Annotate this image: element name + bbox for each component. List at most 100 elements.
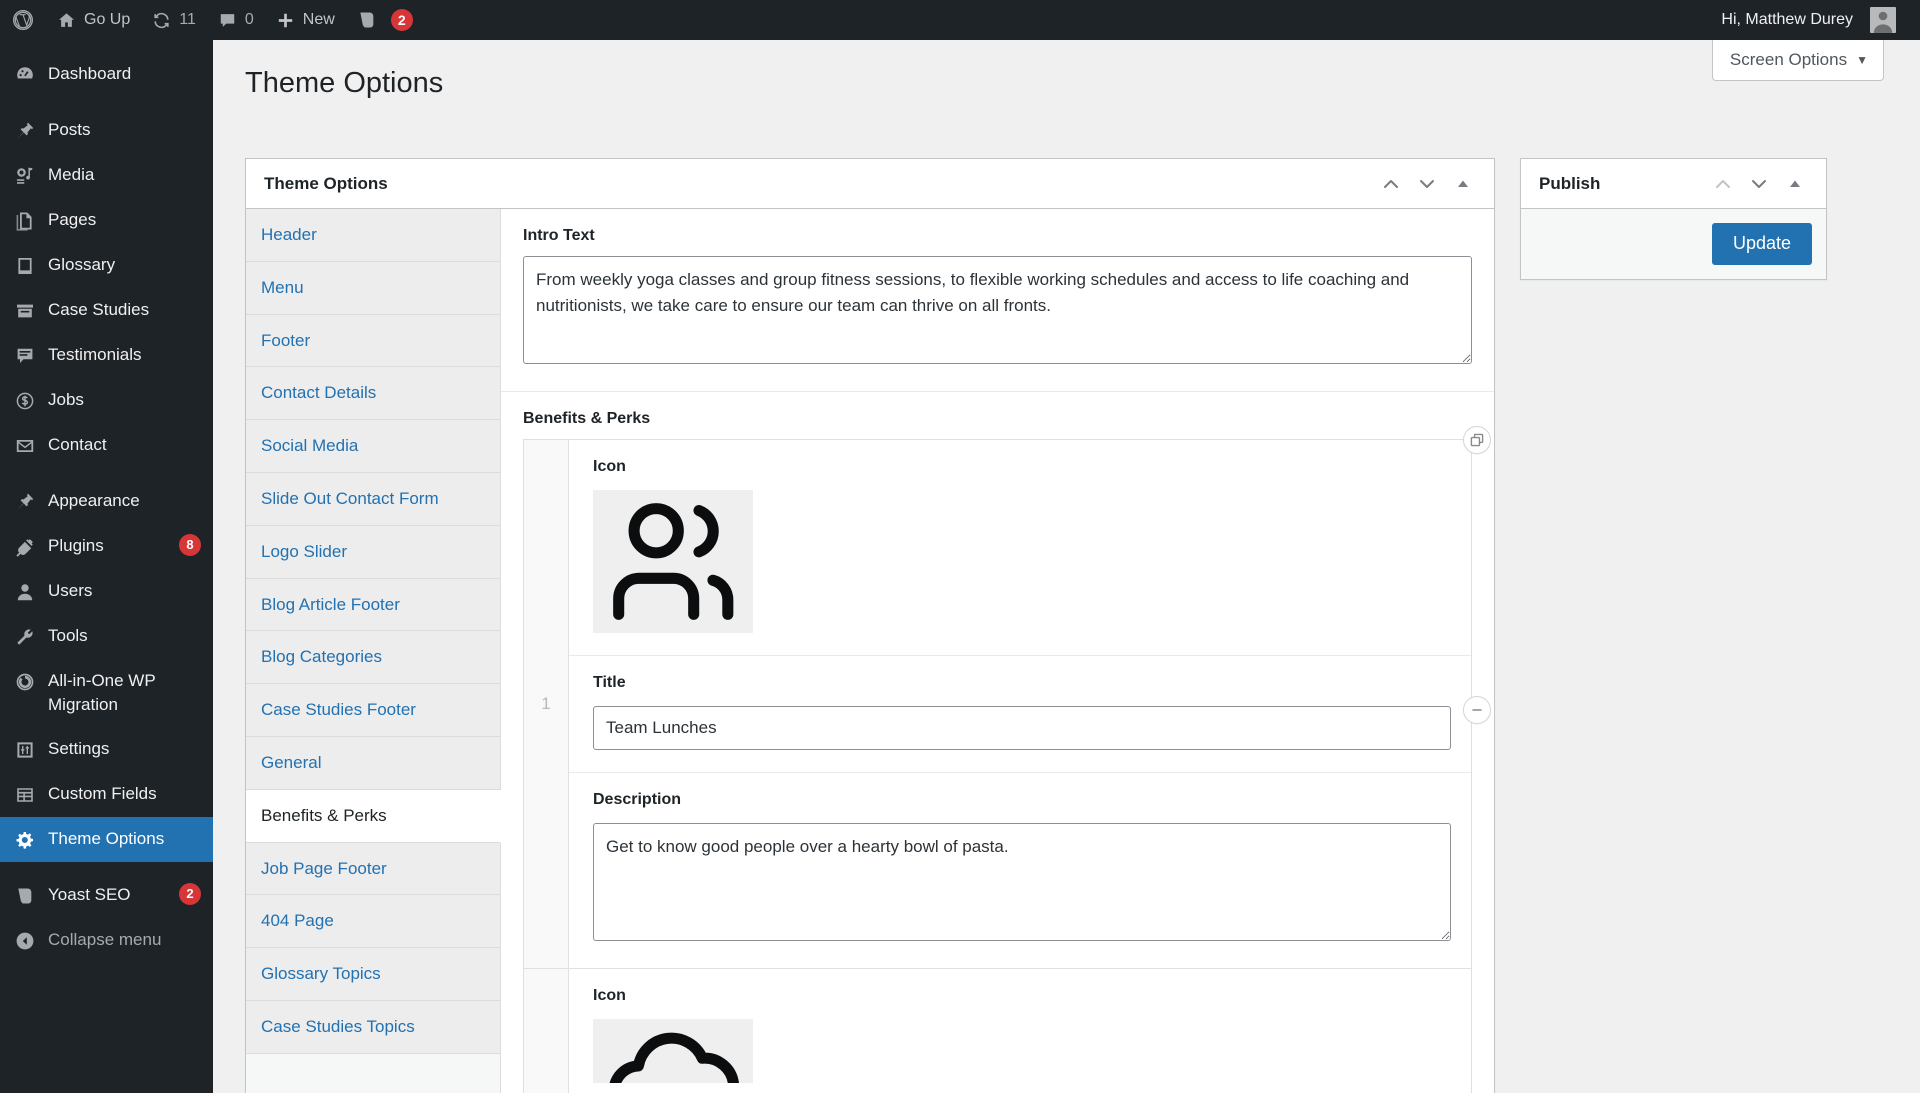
sidebar-item-label: Jobs bbox=[48, 390, 84, 409]
title-label: Title bbox=[593, 674, 626, 691]
comments-icon bbox=[218, 11, 237, 30]
icon-thumbnail[interactable] bbox=[593, 1018, 753, 1083]
sidebar-item-label: All-in-One WP Migration bbox=[48, 671, 156, 714]
table-row: 1 Icon Title Team Lunches Description Ge… bbox=[524, 426, 1491, 968]
acf-fields-pane: Intro Text Benefits & Perks 1 bbox=[501, 209, 1494, 1093]
sidebar-item-case-studies[interactable]: Case Studies bbox=[0, 288, 213, 333]
dollar-icon bbox=[13, 389, 37, 413]
sidebar-item-all-in-one-wp-migration[interactable]: All-in-One WP Migration bbox=[0, 659, 213, 727]
admin-sidebar-menu: Dashboard Posts Media Pages Glossary Case Stu… bbox=[0, 40, 221, 1093]
row-order-number: 2 bbox=[524, 968, 569, 1093]
sidebar-separator bbox=[0, 468, 213, 479]
sidebar-item-custom-fields[interactable]: Custom Fields bbox=[0, 772, 213, 817]
intro-text-textarea[interactable] bbox=[523, 256, 1472, 364]
sidebar-item-label: Yoast SEO bbox=[48, 885, 131, 904]
brush-icon bbox=[13, 490, 37, 514]
sidebar-item-collapse-menu[interactable]: Collapse menu bbox=[0, 918, 213, 963]
plug-icon bbox=[13, 535, 37, 559]
sidebar-separator bbox=[0, 862, 213, 873]
sidebar-item-pages[interactable]: Pages bbox=[0, 198, 213, 243]
tab-menu[interactable]: Menu bbox=[246, 261, 500, 315]
toggle-panel-button[interactable] bbox=[1446, 167, 1480, 201]
poststuff: Theme Options Header Menu Footer Contact… bbox=[245, 158, 1920, 1093]
tab-case-studies-topics[interactable]: Case Studies Topics bbox=[246, 1000, 500, 1054]
tab-header[interactable]: Header bbox=[246, 209, 500, 262]
sidebar-item-label: Theme Options bbox=[48, 829, 165, 848]
screen-options-tab[interactable]: Screen Options ▼ bbox=[1711, 40, 1884, 82]
sidebar-item-jobs[interactable]: Jobs bbox=[0, 378, 213, 423]
sub-field-description: Description bbox=[569, 773, 1471, 968]
publish-title: Publish bbox=[1539, 173, 1601, 193]
sidebar-item-users[interactable]: Users bbox=[0, 569, 213, 614]
wordpress-logo-link[interactable] bbox=[0, 0, 46, 40]
icon-thumbnail[interactable] bbox=[593, 490, 753, 633]
tab-social-media[interactable]: Social Media bbox=[246, 420, 500, 473]
metabox-header: Theme Options bbox=[246, 159, 1494, 209]
remove-row-button[interactable] bbox=[1463, 696, 1491, 724]
tab-blog-categories[interactable]: Blog Categories bbox=[246, 631, 500, 685]
tab-slide-out-contact-form[interactable]: Slide Out Contact Form bbox=[246, 472, 500, 526]
tab-general[interactable]: General bbox=[246, 736, 500, 790]
admin-body: Screen Options ▼ Theme Options Theme Opt… bbox=[213, 40, 1920, 1093]
page-title: Theme Options bbox=[245, 67, 444, 99]
sub-field-icon: Icon bbox=[569, 440, 1471, 656]
sidebar-item-tools[interactable]: Tools bbox=[0, 614, 213, 659]
my-account-link[interactable]: Hi, Matthew Durey bbox=[1710, 0, 1920, 40]
update-button[interactable]: Update bbox=[1711, 223, 1812, 265]
updates-link[interactable]: 11 bbox=[141, 0, 207, 40]
tab-glossary-topics[interactable]: Glossary Topics bbox=[246, 948, 500, 1001]
move-up-button[interactable] bbox=[1374, 167, 1408, 201]
wrench-icon bbox=[13, 625, 37, 649]
publish-actions: Update bbox=[1521, 209, 1826, 279]
acf-tab-filler bbox=[246, 1053, 500, 1093]
yoast-logo-icon bbox=[13, 884, 37, 908]
sidebar-item-dashboard[interactable]: Dashboard bbox=[0, 52, 213, 97]
media-icon bbox=[13, 164, 37, 188]
description-textarea[interactable] bbox=[593, 822, 1451, 941]
title-input[interactable] bbox=[593, 706, 1451, 750]
tab-benefits-perks[interactable]: Benefits & Perks bbox=[246, 789, 501, 843]
sidebar-item-media[interactable]: Media bbox=[0, 153, 213, 198]
comments-link[interactable]: 0 bbox=[207, 0, 265, 40]
publish-toggle-button[interactable] bbox=[1778, 167, 1812, 201]
sidebar-item-testimonials[interactable]: Testimonials bbox=[0, 333, 213, 378]
tab-404-page[interactable]: 404 Page bbox=[246, 895, 500, 949]
sidebar-item-theme-options[interactable]: Theme Options bbox=[0, 817, 221, 862]
sidebar-item-label: Posts bbox=[48, 120, 91, 139]
sidebar-item-posts[interactable]: Posts bbox=[0, 108, 213, 153]
howdy-label: Hi, Matthew Durey bbox=[1721, 11, 1853, 28]
sidebar-item-label: Pages bbox=[48, 210, 97, 229]
comments-count: 0 bbox=[244, 11, 254, 28]
screen-meta-links: Screen Options ▼ bbox=[1711, 40, 1884, 82]
sidebar-item-label: Contact bbox=[48, 435, 107, 454]
move-down-button[interactable] bbox=[1410, 167, 1444, 201]
sub-field-title: Title bbox=[569, 656, 1471, 773]
duplicate-row-button[interactable] bbox=[1463, 426, 1491, 454]
site-name-link[interactable]: Go Up bbox=[46, 0, 141, 40]
icon-label: Icon bbox=[593, 458, 626, 475]
tab-case-studies-footer[interactable]: Case Studies Footer bbox=[246, 684, 500, 737]
sidebar-item-contact[interactable]: Contact bbox=[0, 423, 213, 468]
yoast-seo-link[interactable]: 2 bbox=[346, 0, 424, 40]
sidebar-item-appearance[interactable]: Appearance bbox=[0, 479, 213, 524]
tab-contact-details[interactable]: Contact Details bbox=[246, 367, 500, 421]
new-content-link[interactable]: New bbox=[265, 0, 346, 40]
sidebar-item-label: Case Studies bbox=[48, 300, 150, 319]
publish-move-down-button[interactable] bbox=[1742, 167, 1776, 201]
sidebar-item-yoast-seo[interactable]: Yoast SEO 2 bbox=[0, 873, 213, 918]
tab-job-page-footer[interactable]: Job Page Footer bbox=[246, 842, 500, 896]
avatar bbox=[1870, 7, 1896, 33]
acf-tab-wrap: Header Menu Footer Contact Details Social Me… bbox=[246, 209, 1494, 1093]
sidebar-item-plugins[interactable]: Plugins 8 bbox=[0, 524, 213, 569]
collapse-icon bbox=[13, 929, 37, 953]
publish-move-up-button[interactable] bbox=[1706, 167, 1740, 201]
sidebar-item-settings[interactable]: Settings bbox=[0, 727, 213, 772]
metabox-handle-actions bbox=[1374, 167, 1480, 201]
tab-logo-slider[interactable]: Logo Slider bbox=[246, 525, 500, 579]
sidebar-item-glossary[interactable]: Glossary bbox=[0, 243, 213, 288]
publish-header: Publish bbox=[1521, 159, 1826, 209]
tab-footer[interactable]: Footer bbox=[246, 314, 500, 368]
metabox-title: Theme Options bbox=[264, 173, 388, 193]
cloud-icon bbox=[606, 1019, 741, 1083]
tab-blog-article-footer[interactable]: Blog Article Footer bbox=[246, 578, 500, 632]
